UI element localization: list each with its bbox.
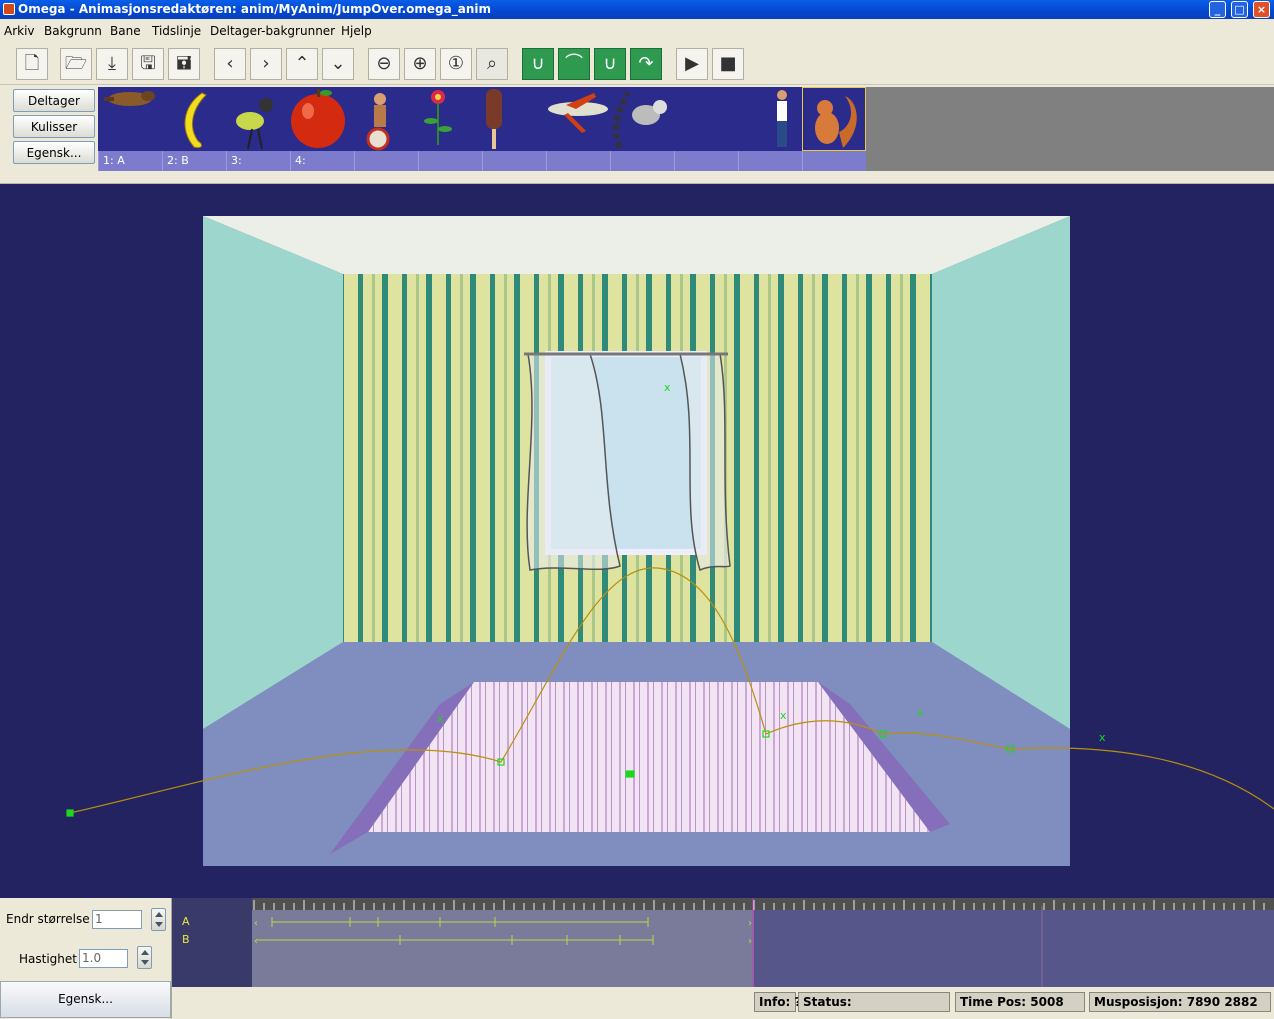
timeline[interactable]: A B ‹ › ‹ › <box>172 898 1274 987</box>
path-plus-one-icon[interactable]: ∪ <box>594 48 626 80</box>
svg-text:›: › <box>748 936 752 947</box>
splitter[interactable] <box>0 171 1274 184</box>
open-web-icon[interactable]: ⤓ <box>96 48 128 80</box>
svg-text:x: x <box>780 709 787 722</box>
menu-bakgrunn[interactable]: Bakgrunn <box>44 24 102 38</box>
participant-label[interactable] <box>354 151 418 171</box>
menu-arkiv[interactable]: Arkiv <box>4 24 35 38</box>
svg-text:‹: ‹ <box>254 918 258 929</box>
minimize-button[interactable]: _ <box>1209 1 1226 18</box>
mouse-position-field: Musposisjon: 7890 2882 <box>1089 992 1271 1012</box>
flower-thumbnail[interactable] <box>424 90 452 145</box>
lemur-thumbnail[interactable] <box>612 91 667 149</box>
participant-label[interactable]: 4: <box>290 151 354 171</box>
hastighet-spinner[interactable] <box>137 946 152 969</box>
banana-thumbnail[interactable] <box>184 92 207 148</box>
participant-label[interactable]: 3: <box>226 151 290 171</box>
deltager-button[interactable]: Deltager <box>13 89 95 112</box>
save-icon[interactable]: 🖫 <box>132 48 164 80</box>
path-half-icon[interactable]: ↷ <box>630 48 662 80</box>
egensk-bottom-button[interactable]: Egensk... <box>0 981 171 1018</box>
bottom-panel: Endr størrelse 1 Hastighet 1.0 Egensk...… <box>0 898 1274 1019</box>
zoom-fit-icon[interactable]: ⌕ <box>476 48 508 80</box>
zoom-actual-icon[interactable]: ① <box>440 48 472 80</box>
play-icon[interactable]: ▶ <box>676 48 708 80</box>
path-add-icon[interactable]: ∪ <box>522 48 554 80</box>
arrow-right-icon[interactable]: › <box>250 48 282 80</box>
timeline-ruler <box>252 898 1274 910</box>
svg-text:›: › <box>748 918 752 929</box>
save-as-icon[interactable]: 🖬 <box>168 48 200 80</box>
timeline-tracks[interactable]: ‹ › ‹ › <box>172 898 1274 987</box>
kulisser-button[interactable]: Kulisser <box>13 115 95 138</box>
window-title: Omega - Animasjonsredaktøren: anim/MyAni… <box>18 2 491 16</box>
participant-label-row: 1: A 2: B 3: 4: <box>98 151 866 171</box>
close-button[interactable]: × <box>1253 1 1270 18</box>
participant-label[interactable] <box>738 151 802 171</box>
time-pos-field: Time Pos: 5008 <box>955 992 1085 1012</box>
ice-cream-thumbnail[interactable] <box>486 89 502 149</box>
menu-bane[interactable]: Bane <box>110 24 141 38</box>
participant-label[interactable]: 2: B <box>162 151 226 171</box>
property-controls: Endr størrelse 1 Hastighet 1.0 Egensk... <box>0 898 172 1019</box>
svg-text:x: x <box>437 712 444 725</box>
track-b-keyframes[interactable]: ‹ › <box>254 935 752 947</box>
stop-icon[interactable]: ■ <box>712 48 744 80</box>
svg-text:x: x <box>917 706 924 719</box>
maximize-button[interactable]: □ <box>1231 1 1248 18</box>
zoom-out-icon[interactable]: ⊖ <box>368 48 400 80</box>
menu-tidslinje[interactable]: Tidslinje <box>152 24 201 38</box>
room-background <box>203 216 1070 866</box>
participant-label[interactable] <box>610 151 674 171</box>
open-folder-icon[interactable]: 🗁 <box>60 48 92 80</box>
participant-label[interactable] <box>802 151 866 171</box>
endr-storrelse-label: Endr størrelse <box>6 912 90 926</box>
participant-label[interactable] <box>482 151 546 171</box>
path-curve-icon[interactable]: ⌒ <box>558 48 590 80</box>
apple-thumbnail[interactable] <box>291 89 345 148</box>
title-bar: Omega - Animasjonsredaktøren: anim/MyAni… <box>0 0 1274 19</box>
participant-label[interactable] <box>546 151 610 171</box>
endr-storrelse-spinner[interactable] <box>151 908 166 931</box>
track-a-keyframes[interactable]: ‹ › <box>254 917 752 929</box>
beaver-thumbnail[interactable] <box>104 91 155 106</box>
menu-bar: Arkiv Bakgrunn Bane Tidslinje Deltager-b… <box>0 22 1274 42</box>
svg-text:x: x <box>664 381 671 394</box>
zoom-in-icon[interactable]: ⊕ <box>404 48 436 80</box>
app-icon <box>3 3 15 15</box>
participant-label[interactable]: 1: A <box>98 151 162 171</box>
new-file-icon[interactable]: 🗋 <box>16 48 48 80</box>
bird-thumbnail[interactable] <box>236 98 273 150</box>
arrow-up-icon[interactable]: ⌃ <box>286 48 318 80</box>
menu-deltager-bakgrunner[interactable]: Deltager-bakgrunner <box>210 24 335 38</box>
participant-label[interactable] <box>418 151 482 171</box>
endr-storrelse-input[interactable]: 1 <box>92 910 142 929</box>
toolbar: 🗋 🗁 ⤓ 🖫 🖬 ‹ › ⌃ ⌄ ⊖ ⊕ ① ⌕ ∪ ⌒ ∪ ↷ ▶ ■ <box>0 44 1274 85</box>
hastighet-input[interactable]: 1.0 <box>79 949 128 968</box>
status-bar: Info: ? Status: Time Pos: 5008 Musposisj… <box>752 989 1274 1019</box>
squirrel-thumbnail[interactable] <box>802 87 866 151</box>
info-field[interactable]: Info: ? <box>754 992 801 1012</box>
svg-text:x: x <box>1099 731 1106 744</box>
arrow-down-icon[interactable]: ⌄ <box>322 48 354 80</box>
status-field: Status: <box>798 992 950 1012</box>
strip-empty-area <box>866 87 1274 171</box>
arrow-left-icon[interactable]: ‹ <box>214 48 246 80</box>
egensk-button[interactable]: Egensk... <box>13 141 95 164</box>
svg-text:‹: ‹ <box>254 936 258 947</box>
clown-thumbnail[interactable] <box>366 93 390 151</box>
boy-thumbnail[interactable] <box>777 90 787 147</box>
menu-hjelp[interactable]: Hjelp <box>341 24 372 38</box>
hastighet-label: Hastighet <box>19 952 77 966</box>
airplane-thumbnail[interactable] <box>548 93 608 133</box>
animation-canvas[interactable]: x x x x x <box>0 184 1274 898</box>
participant-label[interactable] <box>674 151 738 171</box>
